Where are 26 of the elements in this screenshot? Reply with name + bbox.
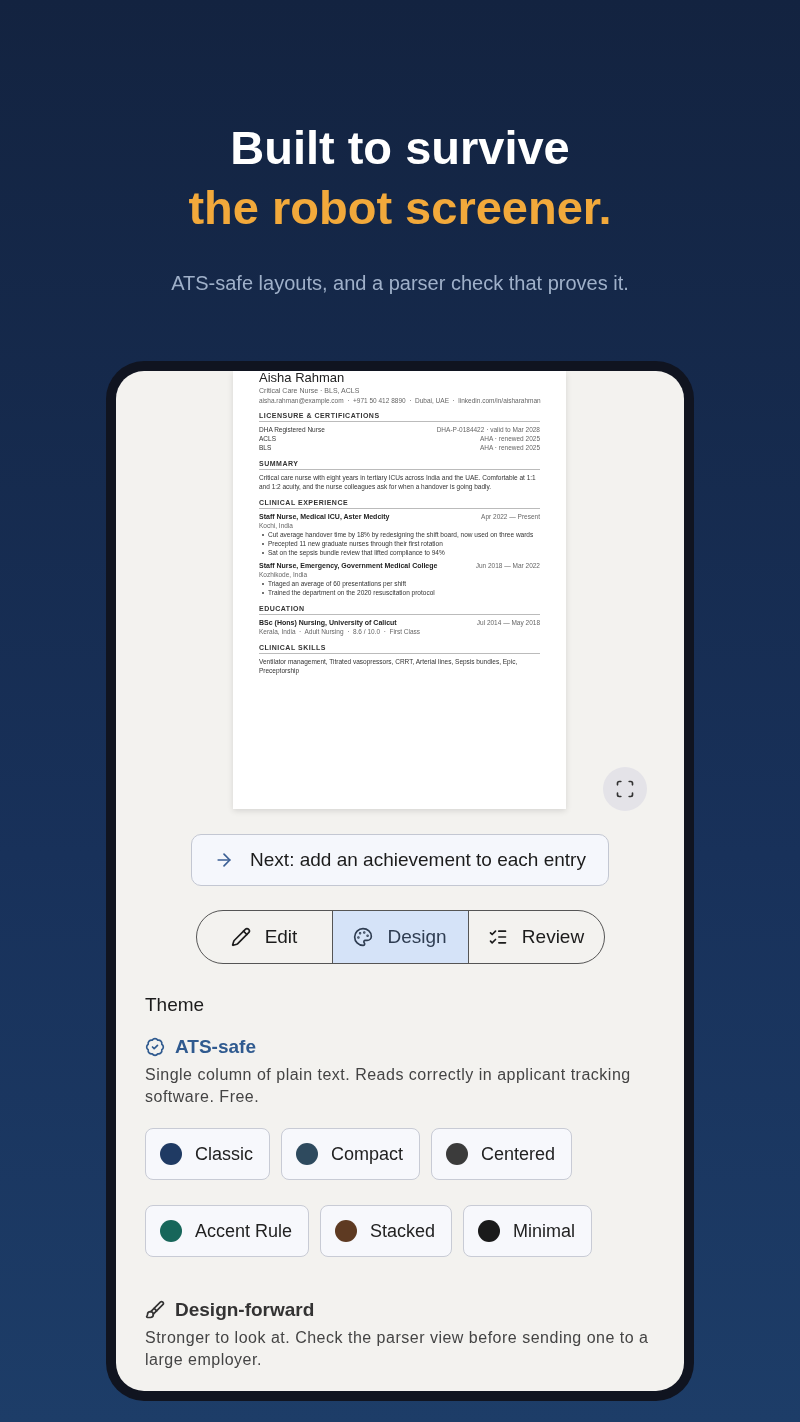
mode-tab[interactable]: Design xyxy=(331,911,468,963)
theme-label: Theme xyxy=(145,994,206,1016)
next-step-button[interactable]: Next: add an achievement to each entry xyxy=(191,834,609,886)
brush-icon xyxy=(145,1300,165,1320)
mode-tab[interactable]: Review xyxy=(467,911,604,963)
theme-option[interactable]: Accent Rule xyxy=(145,1205,310,1257)
theme-group-description: Single column of plain text. Reads correctly in applicant tracking software. Free. xyxy=(145,1065,632,1107)
mode-tab[interactable]: Edit xyxy=(196,911,332,963)
subtitle: ATS-safe layouts, and a parser check that proves it. xyxy=(171,272,629,295)
theme-option[interactable]: Compact xyxy=(281,1128,421,1180)
fullscreen-icon xyxy=(615,779,635,799)
headline-highlight: the robot screener. xyxy=(188,180,612,236)
fullscreen-button[interactable] xyxy=(603,767,647,811)
theme-group-title: Design-forward xyxy=(175,1299,315,1321)
badge-check-icon xyxy=(145,1037,165,1057)
theme-option[interactable]: Minimal xyxy=(463,1205,593,1257)
theme-option[interactable]: Centered xyxy=(431,1128,573,1180)
resume-name: Aisha Rahman xyxy=(259,371,346,385)
theme-group-title: ATS-safe xyxy=(175,1036,256,1058)
theme-group-description: Stronger to look at. Check the parser view before sending one to a large employer. xyxy=(145,1328,650,1370)
palette-icon xyxy=(353,927,374,947)
pencil-icon xyxy=(230,927,251,947)
headline: Built to survive xyxy=(230,120,570,176)
theme-option[interactable]: Classic xyxy=(145,1128,270,1180)
theme-option[interactable]: Stacked xyxy=(320,1205,453,1257)
checklist-icon xyxy=(487,927,508,947)
